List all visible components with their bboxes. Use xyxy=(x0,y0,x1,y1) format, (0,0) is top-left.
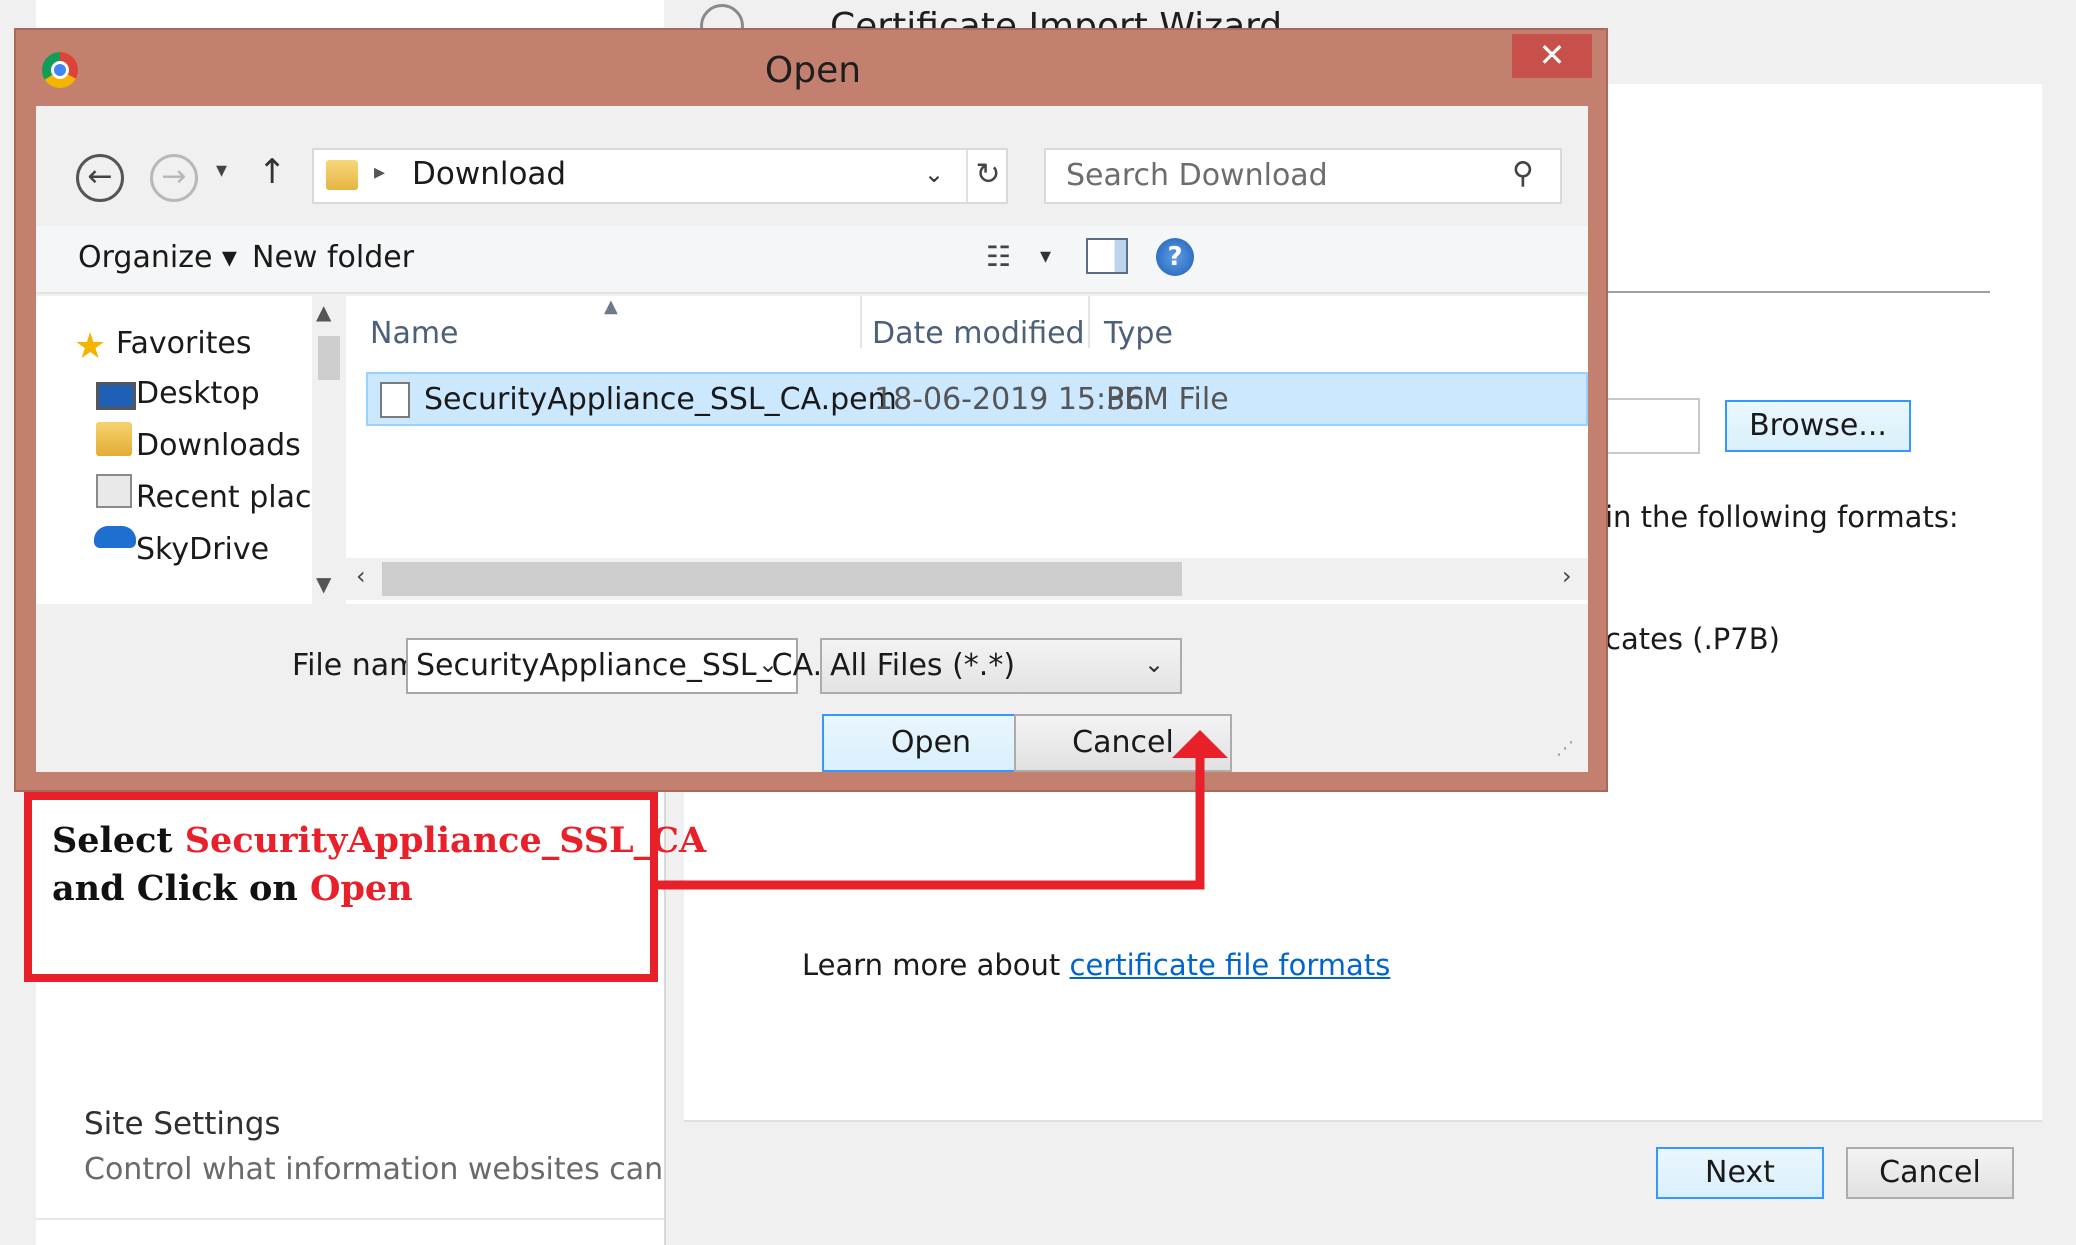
file-icon xyxy=(380,382,410,418)
search-icon[interactable]: ⚲ xyxy=(1512,156,1534,191)
help-icon[interactable]: ? xyxy=(1156,238,1194,276)
column-header-date-modified[interactable]: Date modified xyxy=(872,316,1085,351)
refresh-icon[interactable]: ↻ xyxy=(966,150,1008,202)
forward-arrow-icon[interactable]: → xyxy=(150,154,198,202)
learn-more-text: Learn more about certificate file format… xyxy=(802,948,1390,982)
organize-menu-button[interactable]: Organize ▾ xyxy=(78,240,237,275)
folder-icon xyxy=(326,160,358,190)
file-type-value[interactable]: All Files (*.*) xyxy=(830,648,1015,683)
up-arrow-icon[interactable]: ↑ xyxy=(258,152,287,192)
sort-ascending-icon: ▲ xyxy=(604,296,618,317)
change-view-icon[interactable]: ☷ xyxy=(986,240,1011,273)
dialog-toolbar: Organize ▾ New folder ☷ ▾ ? xyxy=(36,226,1588,294)
instruction-select-text: Select xyxy=(52,820,185,861)
breadcrumb-download[interactable]: Download xyxy=(412,156,566,192)
scroll-down-icon[interactable]: ▼ xyxy=(316,572,331,596)
recent-locations-chevron-icon[interactable]: ▾ xyxy=(216,158,227,183)
search-input[interactable]: Search Download xyxy=(1066,158,1328,193)
instruction-filename-highlight: SecurityAppliance_SSL_CA xyxy=(184,820,707,861)
skydrive-cloud-icon xyxy=(94,526,136,548)
file-name-dropdown-icon[interactable]: ⌄ xyxy=(758,650,778,678)
open-button[interactable]: Open xyxy=(822,714,1040,772)
scroll-left-icon[interactable]: ‹ xyxy=(356,562,366,590)
instruction-line-2: and Click on Open xyxy=(52,868,413,909)
preview-pane-icon[interactable] xyxy=(1086,238,1128,274)
scroll-right-icon[interactable]: › xyxy=(1562,562,1572,590)
learn-more-prefix: Learn more about xyxy=(802,948,1070,982)
sidebar-item-favorites[interactable]: Favorites xyxy=(116,326,252,361)
p7b-format-text: cates (.P7B) xyxy=(1605,622,1780,656)
instruction-open-highlight: Open xyxy=(309,868,413,909)
navigation-scrollbar-thumb[interactable] xyxy=(318,336,340,380)
instruction-click-text: and Click on xyxy=(52,868,310,909)
file-name-combobox[interactable]: SecurityAppliance_SSL_CA.pem ⌄ xyxy=(406,638,889,694)
dialog-title: Open xyxy=(764,50,862,91)
sidebar-item-skydrive[interactable]: SkyDrive xyxy=(136,532,269,567)
new-folder-button[interactable]: New folder xyxy=(252,240,414,275)
recent-places-icon xyxy=(96,474,132,508)
downloads-folder-icon xyxy=(96,422,132,456)
site-settings-subtitle: Control what information websites can us… xyxy=(84,1152,754,1187)
file-date-cell: 18-06-2019 15:36 xyxy=(874,382,1145,417)
breadcrumb-separator-icon[interactable]: ▸ xyxy=(374,160,385,185)
address-bar[interactable]: ▸ Download ⌄ ↻ xyxy=(312,148,1008,204)
next-button[interactable]: Next xyxy=(1656,1147,1824,1199)
file-name-cell[interactable]: SecurityAppliance_SSL_CA.pem xyxy=(424,382,897,417)
address-dropdown-icon[interactable]: ⌄ xyxy=(924,160,944,188)
search-box[interactable]: Search Download ⚲ xyxy=(1044,148,1562,204)
back-arrow-icon[interactable]: ← xyxy=(76,154,124,202)
sidebar-item-desktop[interactable]: Desktop xyxy=(136,376,260,411)
instruction-annotation-box: Select SecurityAppliance_SSL_CA and Clic… xyxy=(24,792,706,982)
column-separator[interactable] xyxy=(860,296,862,348)
column-header-name[interactable]: Name xyxy=(370,316,459,351)
site-settings-title[interactable]: Site Settings xyxy=(84,1106,281,1142)
file-type-select[interactable]: All Files (*.*) ⌄ xyxy=(820,638,1182,694)
wizard-footer-divider xyxy=(684,1120,2042,1122)
file-name-input[interactable]: SecurityAppliance_SSL_CA.pem xyxy=(416,648,889,683)
resize-grip-icon[interactable]: ⋰ xyxy=(1556,738,1574,759)
file-type-cell: PEM File xyxy=(1106,382,1229,417)
file-type-dropdown-icon[interactable]: ⌄ xyxy=(1144,650,1164,678)
view-options-chevron-icon[interactable]: ▾ xyxy=(1040,244,1051,269)
scroll-up-icon[interactable]: ▲ xyxy=(316,300,331,324)
navigation-pane: ★ Favorites Desktop Downloads Recent pla… xyxy=(36,296,346,604)
horizontal-scrollbar-thumb[interactable] xyxy=(382,562,1182,596)
browse-button[interactable]: Browse... xyxy=(1725,400,1911,452)
file-list: ▲ Name Date modified Type SecurityApplia… xyxy=(346,296,1588,604)
cancel-button[interactable]: Cancel xyxy=(1014,714,1232,772)
column-separator[interactable] xyxy=(1088,296,1090,348)
dialog-content: ← → ▾ ↑ ▸ Download ⌄ ↻ Search Download ⚲… xyxy=(36,106,1588,772)
file-row-selected[interactable]: SecurityAppliance_SSL_CA.pem 18-06-2019 … xyxy=(366,372,1588,426)
star-icon: ★ xyxy=(74,326,107,367)
formats-text: in the following formats: xyxy=(1605,500,1959,534)
desktop-icon xyxy=(96,382,136,410)
wizard-divider xyxy=(1600,291,1990,293)
open-file-dialog: Open ✕ ← → ▾ ↑ ▸ Download ⌄ ↻ Search Dow… xyxy=(14,28,1608,792)
close-icon[interactable]: ✕ xyxy=(1512,34,1592,78)
instruction-line-1: Select SecurityAppliance_SSL_CA xyxy=(52,820,706,861)
sidebar-item-downloads[interactable]: Downloads xyxy=(136,428,301,463)
horizontal-scrollbar[interactable]: ‹ › xyxy=(346,558,1588,600)
certificate-file-formats-link[interactable]: certificate file formats xyxy=(1070,948,1391,982)
wizard-cancel-button[interactable]: Cancel xyxy=(1846,1147,2014,1199)
divider xyxy=(36,1218,666,1220)
column-header-type[interactable]: Type xyxy=(1104,316,1173,351)
